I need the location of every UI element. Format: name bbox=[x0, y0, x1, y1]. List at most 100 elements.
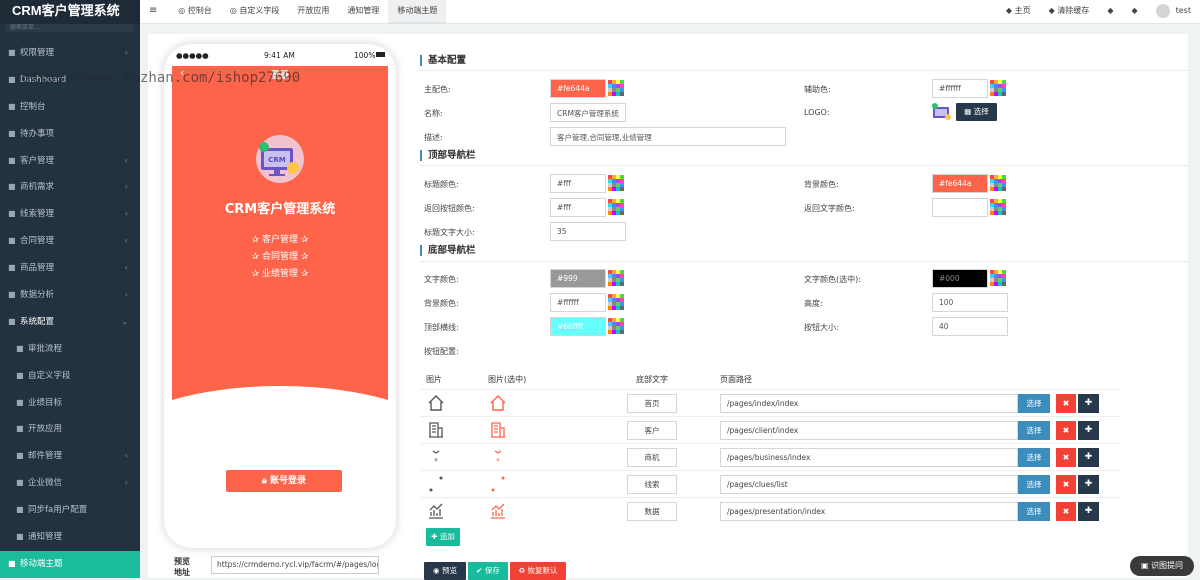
page-path-input[interactable]: /pages/presentation/index bbox=[720, 502, 1018, 521]
tab[interactable]: 移动端主题 bbox=[388, 0, 447, 24]
select-path-button[interactable]: 选择 bbox=[1018, 394, 1050, 413]
select-path-button[interactable]: 选择 bbox=[1018, 475, 1050, 494]
tab[interactable]: ◎ 自定义字段 bbox=[221, 0, 289, 24]
save-button[interactable]: ✔ 保存 bbox=[468, 562, 508, 580]
append-button[interactable]: ✚ 追加 bbox=[426, 528, 460, 546]
sidebar-item[interactable]: ■ 自定义字段 bbox=[0, 363, 140, 390]
menu-search-input[interactable]: 搜索菜单... bbox=[6, 24, 134, 32]
home-icon[interactable] bbox=[426, 393, 446, 413]
color-picker-icon[interactable] bbox=[608, 80, 624, 96]
delete-row-button[interactable]: ✖ bbox=[1056, 502, 1076, 521]
select-path-button[interactable]: 选择 bbox=[1018, 421, 1050, 440]
delete-row-button[interactable]: ✖ bbox=[1056, 421, 1076, 440]
building-icon[interactable] bbox=[426, 420, 446, 440]
bottom-text-input[interactable]: 线索 bbox=[627, 475, 677, 494]
add-row-button[interactable]: ✚ bbox=[1078, 448, 1099, 467]
top-border-input[interactable]: #66ffff bbox=[550, 317, 606, 336]
aux-color-input[interactable]: #ffffff bbox=[932, 79, 988, 98]
sidebar-item[interactable]: ■ 审批流程 bbox=[0, 336, 140, 363]
text-color-selected-input[interactable]: #000 bbox=[932, 269, 988, 288]
bottom-bg-input[interactable]: #ffffff bbox=[550, 293, 606, 312]
color-picker-icon[interactable] bbox=[608, 199, 624, 215]
chart-icon[interactable] bbox=[426, 501, 446, 521]
tab[interactable]: ◎ 控制台 bbox=[169, 0, 221, 24]
delete-row-button[interactable]: ✖ bbox=[1056, 394, 1076, 413]
page-path-input[interactable]: /pages/index/index bbox=[720, 394, 1018, 413]
sidebar-item[interactable]: ■ 开放应用 bbox=[0, 416, 140, 443]
chart-icon-selected[interactable] bbox=[488, 501, 508, 521]
sidebar-item[interactable]: ■ 合同管理 ‹ bbox=[0, 228, 140, 255]
sidebar-item[interactable]: ■ 数据分析 ‹ bbox=[0, 282, 140, 309]
name-input[interactable]: CRM客户管理系统 bbox=[550, 103, 626, 122]
route-icon[interactable] bbox=[426, 474, 446, 494]
account-login-button[interactable]: 🔒︎ 账号登录 bbox=[226, 470, 342, 492]
height-input[interactable]: 100 bbox=[932, 293, 1008, 312]
sidebar-item[interactable]: ■ 线索管理 ‹ bbox=[0, 201, 140, 228]
sidebar-item[interactable]: ■ 权限管理 ‹ bbox=[0, 40, 140, 67]
select-path-button[interactable]: 选择 bbox=[1018, 502, 1050, 521]
sidebar-item[interactable]: ■ 客户管理 ‹ bbox=[0, 148, 140, 175]
sidebar-item[interactable]: ■ 系统配置 ⌄ bbox=[0, 309, 140, 336]
desc-input[interactable]: 客户管理,合同管理,业绩管理 bbox=[550, 127, 786, 146]
money-bag-icon-selected[interactable]: ¥ bbox=[488, 447, 508, 467]
sidebar-item-label: 邮件管理 bbox=[28, 451, 63, 462]
main-color-input[interactable]: #fe644a bbox=[550, 79, 606, 98]
building-icon-selected[interactable] bbox=[488, 420, 508, 440]
topbar-action[interactable]: ◆ bbox=[1098, 0, 1122, 24]
select-path-button[interactable]: 选择 bbox=[1018, 448, 1050, 467]
tab[interactable]: 开放应用 bbox=[288, 0, 338, 24]
delete-row-button[interactable]: ✖ bbox=[1056, 448, 1076, 467]
color-picker-icon[interactable] bbox=[990, 270, 1006, 286]
color-picker-icon[interactable] bbox=[990, 80, 1006, 96]
preview-url-input[interactable]: https://crmdemo.rycl.vip/facrm/#/pages/l… bbox=[211, 556, 379, 574]
sidebar-item[interactable]: ■ 企业微信 ‹ bbox=[0, 470, 140, 497]
sidebar-item[interactable]: ■ 商机需求 ‹ bbox=[0, 174, 140, 201]
home-icon-selected[interactable] bbox=[488, 393, 508, 413]
image-question-button[interactable]: ▣ 识图提问 bbox=[1130, 556, 1194, 576]
color-picker-icon[interactable] bbox=[608, 270, 624, 286]
back-btn-color-input[interactable]: #fff bbox=[550, 198, 606, 217]
back-text-color-input[interactable] bbox=[932, 198, 988, 217]
add-row-button[interactable]: ✚ bbox=[1078, 475, 1099, 494]
sidebar-item[interactable]: ■ 邮件管理 ‹ bbox=[0, 443, 140, 470]
sidebar-item[interactable]: ■ 同步fa用户配置 bbox=[0, 497, 140, 524]
btn-size-input[interactable]: 40 bbox=[932, 317, 1008, 336]
color-picker-icon[interactable] bbox=[608, 175, 624, 191]
color-picker-icon[interactable] bbox=[990, 199, 1006, 215]
sidebar-item[interactable]: ■ 商品管理 ‹ bbox=[0, 255, 140, 282]
title-size-input[interactable]: 35 bbox=[550, 222, 626, 241]
route-icon-selected[interactable] bbox=[488, 474, 508, 494]
reset-default-button[interactable]: ♻ 恢复默认 bbox=[510, 562, 566, 580]
add-row-button[interactable]: ✚ bbox=[1078, 394, 1099, 413]
sidebar-item[interactable]: ■ 业绩目标 bbox=[0, 390, 140, 417]
bottom-text-input[interactable]: 客户 bbox=[627, 421, 677, 440]
sidebar-item[interactable]: ■ 控制台 bbox=[0, 94, 140, 121]
bottom-text-input[interactable]: 首页 bbox=[627, 394, 677, 413]
add-row-button[interactable]: ✚ bbox=[1078, 502, 1099, 521]
sidebar-item[interactable]: ■ 移动端主题 bbox=[0, 550, 140, 578]
sidebar-item[interactable]: ■ 通知管理 bbox=[0, 524, 140, 551]
text-color-input[interactable]: #999 bbox=[550, 269, 606, 288]
title-color-input[interactable]: #fff bbox=[550, 174, 606, 193]
color-picker-icon[interactable] bbox=[990, 175, 1006, 191]
money-bag-icon[interactable]: ¥ bbox=[426, 447, 446, 467]
topbar-action[interactable]: ◆ bbox=[1122, 0, 1146, 24]
delete-row-button[interactable]: ✖ bbox=[1056, 475, 1076, 494]
menu-toggle-icon[interactable]: ≡ bbox=[140, 0, 166, 24]
bg-color-input[interactable]: #fe644a bbox=[932, 174, 988, 193]
tab[interactable]: 通知管理 bbox=[338, 0, 388, 24]
sidebar-item[interactable]: ■ 待办事项 bbox=[0, 121, 140, 148]
add-row-button[interactable]: ✚ bbox=[1078, 421, 1099, 440]
user-menu[interactable]: test bbox=[1147, 0, 1200, 24]
preview-button[interactable]: ◉ 预览 bbox=[424, 562, 466, 580]
page-path-input[interactable]: /pages/client/index bbox=[720, 421, 1018, 440]
topbar-action[interactable]: ◆ 清除缓存 bbox=[1040, 0, 1099, 24]
topbar-action[interactable]: ◆ 主页 bbox=[997, 0, 1040, 24]
bottom-text-input[interactable]: 商机 bbox=[627, 448, 677, 467]
page-path-input[interactable]: /pages/business/index bbox=[720, 448, 1018, 467]
page-path-input[interactable]: /pages/clues/list bbox=[720, 475, 1018, 494]
color-picker-icon[interactable] bbox=[608, 318, 624, 334]
logo-select-button[interactable]: ▦ 选择 bbox=[956, 103, 997, 121]
color-picker-icon[interactable] bbox=[608, 294, 624, 310]
bottom-text-input[interactable]: 数据 bbox=[627, 502, 677, 521]
